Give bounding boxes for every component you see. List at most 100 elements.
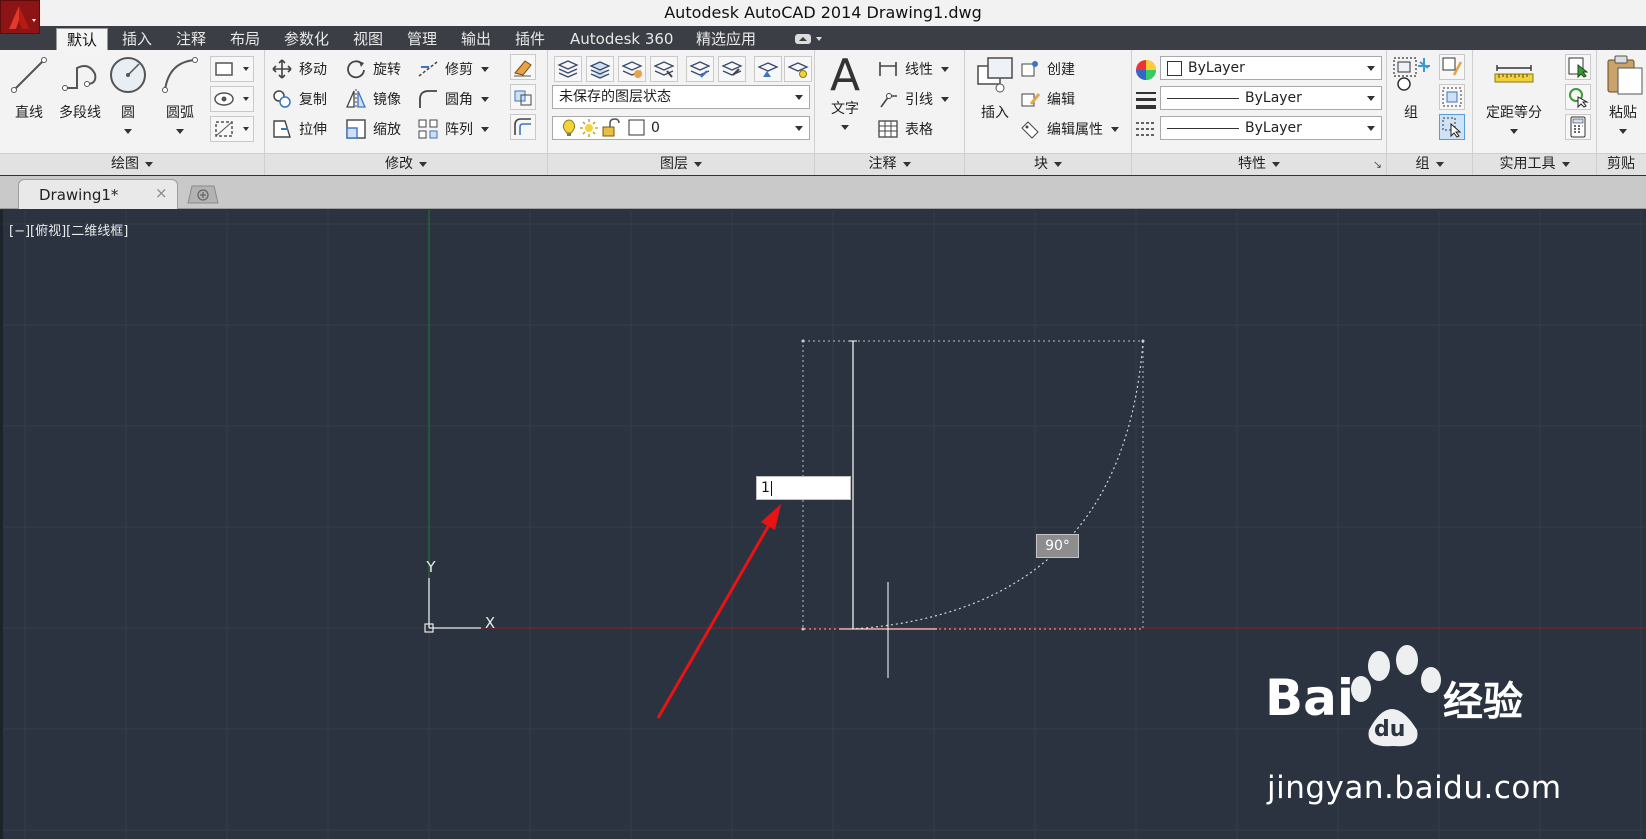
calculator-icon [1570,116,1586,138]
erase-button[interactable] [510,54,536,80]
rectangle-button[interactable] [210,56,254,82]
array-dropdown-icon[interactable] [481,126,489,132]
polyline-button[interactable]: 多段线 [52,54,108,122]
group-edit-button[interactable] [1439,84,1465,110]
arc-button[interactable]: 圆弧 [156,54,204,139]
crosshair-cursor [839,582,937,678]
boundary-button[interactable] [210,116,254,142]
layer-dropdown[interactable]: 0 [552,116,810,140]
tab-parametric[interactable]: 参数化 [274,28,339,50]
tab-autodesk-360[interactable]: Autodesk 360 [560,28,683,50]
tab-output[interactable]: 输出 [451,28,501,50]
table-button[interactable]: 表格 [877,116,933,142]
new-drawing-tab-icon[interactable] [186,183,220,205]
group-selection-toggle[interactable] [1439,114,1465,140]
tab-layout[interactable]: 布局 [220,28,270,50]
panel-clipboard-title[interactable]: 剪贴 [1597,153,1646,175]
create-block-button[interactable]: 创建 [1019,56,1075,82]
ribbon-minimize-icon[interactable] [794,33,824,45]
edit-block-button[interactable]: 编辑 [1019,86,1075,112]
panel-layers-title[interactable]: 图层 [548,153,814,175]
offset-button[interactable] [510,114,536,140]
circle-button[interactable]: 圆 [106,54,150,139]
text-dropdown-icon[interactable] [841,124,849,130]
move-button[interactable]: 移动 [271,56,327,82]
array-button[interactable]: 阵列 [417,116,489,142]
tab-plugins[interactable]: 插件 [505,28,555,50]
drawing-viewport[interactable]: Y X Bai du 经验 [−][俯视][二维线框] 1 90° jingya… [0,210,1646,839]
insert-block-icon [977,57,1013,93]
trim-dropdown-icon[interactable] [481,66,489,72]
layer-isolate-button[interactable] [618,56,646,82]
layer-match-button[interactable] [650,56,678,82]
close-icon[interactable]: × [155,184,168,202]
layer-off-button[interactable] [784,56,812,82]
explode-button[interactable] [510,84,536,110]
panel-groups-title[interactable]: 组 [1387,153,1472,175]
copy-button[interactable]: 复制 [271,86,327,112]
layer-previous-button[interactable] [686,56,714,82]
tab-view[interactable]: 视图 [343,28,393,50]
panel-properties-title[interactable]: 特性 ↘ [1132,153,1386,175]
measure-dropdown-icon[interactable] [1510,128,1518,134]
layer-off-icon [787,62,809,78]
mirror-button[interactable]: 镜像 [345,86,401,112]
linear-dimension-button[interactable]: 线性 [877,56,949,82]
lineweight-icon[interactable] [1134,88,1158,112]
color-dropdown[interactable]: ByLayer [1160,56,1382,80]
circle-dropdown-icon[interactable] [124,128,132,134]
lineweight-dropdown[interactable]: ByLayer [1160,86,1382,110]
scale-button[interactable]: 缩放 [345,116,401,142]
color-wheel-icon[interactable] [1134,58,1158,82]
line-button[interactable]: 直线 [6,54,52,122]
linetype-icon[interactable] [1134,118,1158,142]
viewport-controls-label[interactable]: [−][俯视][二维线框] [9,220,128,239]
linetype-dropdown[interactable]: ByLayer [1160,116,1382,140]
layer-properties-button[interactable] [554,56,582,82]
panel-modify-title[interactable]: 修改 [265,153,547,175]
offset-icon [514,118,531,135]
arc-dropdown-icon[interactable] [176,128,184,134]
stretch-button[interactable]: 拉伸 [271,116,327,142]
edit-attributes-dropdown-icon[interactable] [1111,126,1119,132]
layer-freeze-button[interactable] [754,56,782,82]
calculator-button[interactable] [1565,114,1591,140]
fillet-dropdown-icon[interactable] [481,96,489,102]
fillet-button[interactable]: 圆角 [417,86,489,112]
panel-utilities-title[interactable]: 实用工具 [1473,153,1596,175]
layer-make-current-button[interactable] [586,56,614,82]
leader-button[interactable]: 引线 [877,86,949,112]
quick-select-button[interactable] [1565,54,1591,80]
application-menu-button[interactable] [0,0,40,34]
drawing-canvas[interactable]: Y X Bai du 经验 [3,210,1646,839]
tab-manage[interactable]: 管理 [397,28,447,50]
text-button[interactable]: A 文字 [823,54,867,135]
layer-walk-button[interactable] [718,56,746,82]
panel-block-title[interactable]: 块 [965,153,1131,175]
tab-default[interactable]: 默认 [56,28,109,50]
linear-dropdown-icon[interactable] [941,66,949,72]
arc-icon [162,57,198,93]
trim-button[interactable]: 修剪 [417,56,489,82]
paste-dropdown-icon[interactable] [1619,128,1627,134]
tab-annotate[interactable]: 注释 [166,28,216,50]
leader-dropdown-icon[interactable] [941,96,949,102]
measure-button[interactable]: 定距等分 [1475,54,1553,139]
group-button[interactable]: 组 [1389,54,1433,122]
panel-draw-title[interactable]: 绘图 [0,153,264,175]
tab-insert[interactable]: 插入 [112,28,162,50]
properties-launcher-icon[interactable]: ↘ [1373,154,1382,175]
hatch-button[interactable] [210,86,254,112]
edit-attributes-button[interactable]: 编辑属性 [1019,116,1119,142]
insert-block-button[interactable]: 插入 [969,54,1021,122]
select-all-button[interactable] [1565,84,1591,110]
ungroup-button[interactable] [1439,54,1465,80]
layer-state-dropdown[interactable]: 未保存的图层状态 [552,85,810,109]
paste-button[interactable]: 粘贴 [1599,54,1646,139]
rotate-button[interactable]: 旋转 [345,56,401,82]
panel-annotation-title[interactable]: 注释 [815,153,964,175]
group-label: 组 [1404,105,1418,121]
tab-featured-apps[interactable]: 精选应用 [686,28,766,50]
document-tab-drawing1[interactable]: Drawing1* × [18,179,178,209]
dynamic-input-field[interactable]: 1 [756,476,851,500]
